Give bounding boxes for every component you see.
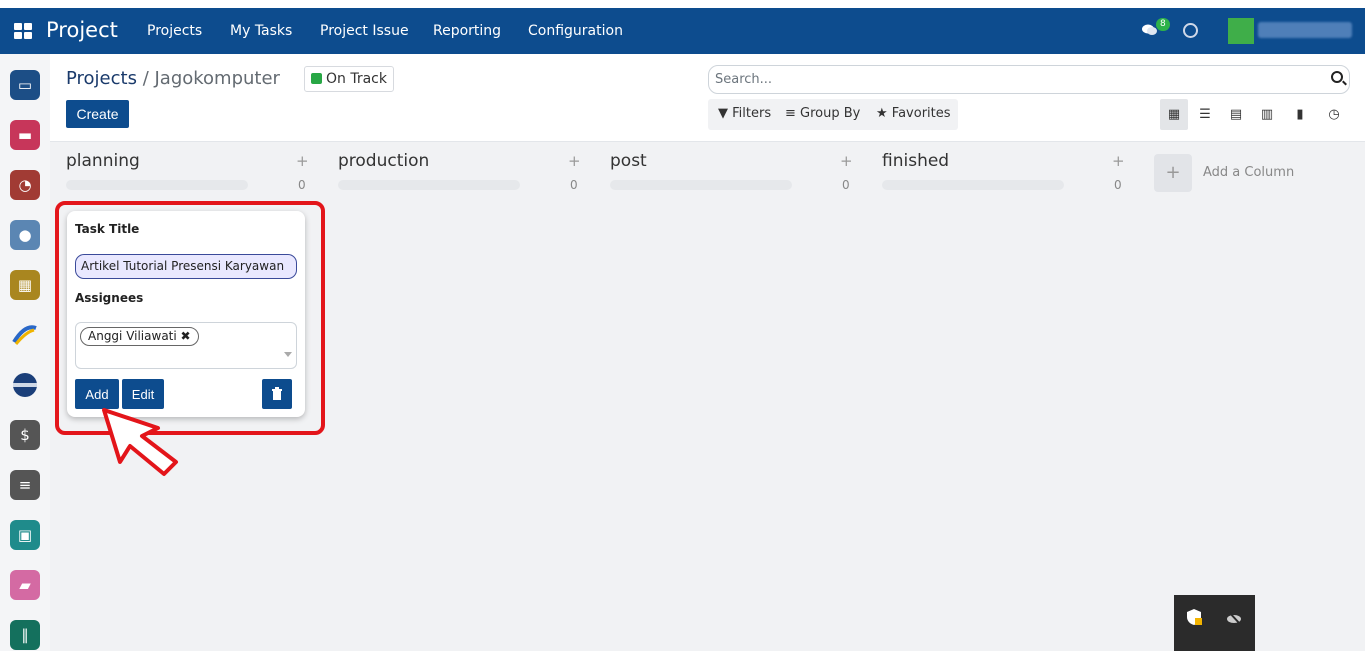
user-clock-icon[interactable]: ● — [10, 220, 40, 250]
assignees-label: Assignees — [75, 291, 144, 305]
chat-count-badge: 8 — [1156, 18, 1170, 31]
activity-view-icon[interactable]: ◷ — [1320, 99, 1348, 130]
column-title[interactable]: post — [610, 151, 647, 171]
status-color-dot — [311, 73, 322, 84]
app-menu-icon[interactable] — [14, 23, 32, 39]
column-count: 0 — [570, 178, 578, 192]
cloud-offline-icon[interactable] — [1225, 608, 1243, 626]
filter-bar: ▼ Filters ≡ Group By ★ Favorites — [708, 99, 958, 130]
system-tray-popup — [1174, 595, 1255, 651]
group-by-icon: ≡ — [785, 106, 796, 121]
column-progress-bar — [66, 180, 248, 190]
search-icon[interactable] — [1331, 71, 1343, 83]
user-avatar[interactable] — [1228, 18, 1254, 44]
favorites-label: Favorites — [891, 106, 951, 121]
status-label: On Track — [326, 71, 387, 87]
presentation-icon[interactable]: ▭ — [10, 70, 40, 100]
kanban-column: production + 0 — [322, 142, 581, 202]
group-by-label: Group By — [800, 106, 861, 121]
top-navbar: Project Projects My Tasks Project Issue … — [0, 8, 1365, 54]
task-title-label: Task Title — [75, 222, 140, 236]
breadcrumb-current: Jagokomputer — [154, 68, 280, 89]
discard-trash-icon[interactable] — [262, 379, 292, 409]
remove-tag-icon[interactable]: ✖ — [181, 329, 191, 343]
menu-project-issue[interactable]: Project Issue — [320, 23, 409, 39]
calendar-icon[interactable]: ▦ — [10, 270, 40, 300]
quick-add-plus-icon[interactable]: + — [840, 152, 853, 170]
kanban-icon[interactable]: ∥ — [10, 620, 40, 650]
stopwatch-icon[interactable]: ◔ — [10, 170, 40, 200]
kanban-column: post + 0 — [594, 142, 853, 202]
calendar-view-icon[interactable]: ▤ — [1222, 99, 1250, 130]
activity-clock-icon[interactable] — [1183, 23, 1198, 38]
search-input[interactable]: Search... — [708, 65, 1350, 94]
filters-label: Filters — [732, 106, 772, 121]
swoosh-logo-icon[interactable] — [10, 320, 40, 350]
kanban-column: finished + 0 — [866, 142, 1125, 202]
add-column-label[interactable]: Add a Column — [1203, 165, 1294, 180]
group-by-button[interactable]: ≡ Group By — [785, 106, 860, 121]
quick-add-plus-icon[interactable]: + — [568, 152, 581, 170]
menu-projects[interactable]: Projects — [147, 23, 202, 39]
column-count: 0 — [1114, 178, 1122, 192]
app-brand[interactable]: Project — [46, 18, 118, 42]
breadcrumb-separator: / — [136, 68, 155, 89]
breadcrumb: Projects / Jagokomputer — [66, 68, 280, 89]
security-shield-icon[interactable] — [1185, 608, 1203, 626]
control-panel: Projects / Jagokomputer On Track Create … — [50, 54, 1365, 142]
assignees-field[interactable]: Anggi Viliawati ✖ — [75, 322, 297, 369]
view-switcher: ▦ ☰ ▤ ▥ ▮ ◷ — [1160, 99, 1350, 130]
column-count: 0 — [298, 178, 306, 192]
quick-create-card: Task Title Artikel Tutorial Presensi Kar… — [67, 211, 305, 417]
breadcrumb-projects-link[interactable]: Projects — [66, 68, 137, 89]
column-count: 0 — [842, 178, 850, 192]
column-title[interactable]: planning — [66, 151, 140, 171]
user-dollar-icon[interactable]: $ — [10, 420, 40, 450]
dropdown-caret-icon[interactable] — [284, 352, 292, 357]
filter-icon: ▼ — [718, 106, 728, 121]
add-column-plus-icon[interactable]: + — [1154, 154, 1192, 192]
chat-icon[interactable]: ▬ — [10, 120, 40, 150]
badge-logo-icon[interactable] — [10, 370, 40, 400]
menu-my-tasks[interactable]: My Tasks — [230, 23, 292, 39]
project-status-button[interactable]: On Track — [304, 66, 394, 92]
menu-configuration[interactable]: Configuration — [528, 23, 623, 39]
create-button[interactable]: Create — [66, 100, 129, 128]
column-progress-bar — [338, 180, 520, 190]
apps-sidebar: ▭ ▬ ◔ ● ▦ $ ≡ ▣ ▰ ∥ — [0, 54, 50, 651]
user-name-blurred[interactable] — [1258, 22, 1352, 38]
graph-view-icon[interactable]: ▮ — [1286, 99, 1314, 130]
kanban-column: planning + 0 — [50, 142, 309, 202]
list-view-icon[interactable]: ☰ — [1191, 99, 1219, 130]
kanban-view-icon[interactable]: ▦ — [1160, 99, 1188, 130]
quick-add-plus-icon[interactable]: + — [1112, 152, 1125, 170]
assignee-tag: Anggi Viliawati ✖ — [80, 327, 199, 346]
edit-list-icon[interactable]: ≡ — [10, 470, 40, 500]
column-progress-bar — [882, 180, 1064, 190]
contact-card-icon[interactable]: ▣ — [10, 520, 40, 550]
star-icon: ★ — [876, 106, 888, 121]
task-title-input[interactable]: Artikel Tutorial Presensi Karyawan — [75, 254, 297, 279]
filters-button[interactable]: ▼ Filters — [718, 106, 771, 121]
assignee-name: Anggi Viliawati — [88, 329, 177, 343]
menu-reporting[interactable]: Reporting — [433, 23, 501, 39]
column-title[interactable]: production — [338, 151, 429, 171]
column-title[interactable]: finished — [882, 151, 949, 171]
annotation-pointer-icon — [102, 408, 178, 476]
column-progress-bar — [610, 180, 792, 190]
favorites-button[interactable]: ★ Favorites — [876, 106, 951, 121]
pivot-view-icon[interactable]: ▥ — [1253, 99, 1281, 130]
quick-add-plus-icon[interactable]: + — [296, 152, 309, 170]
flow-icon[interactable]: ▰ — [10, 570, 40, 600]
